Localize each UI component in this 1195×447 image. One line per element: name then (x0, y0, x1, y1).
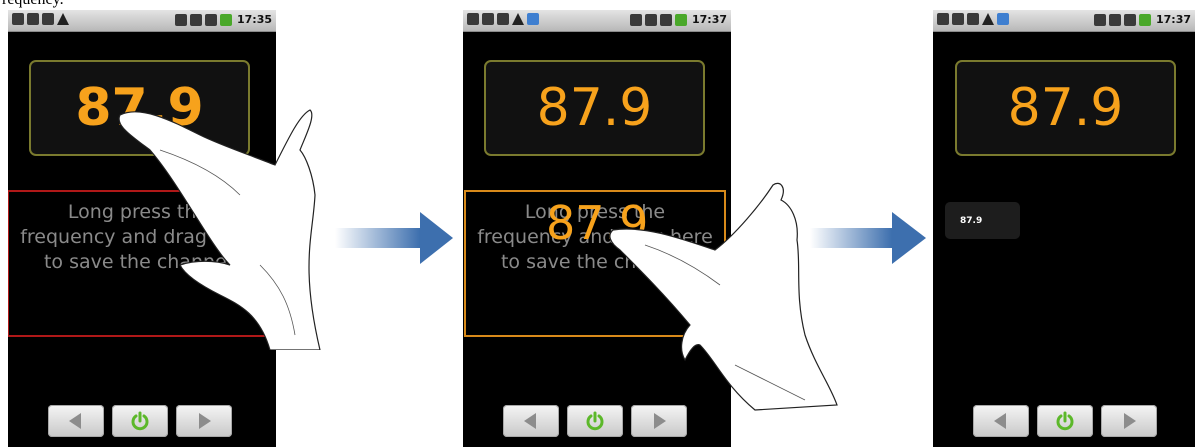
phone-screen-1: 17:35 87.9 Long press the frequency and … (8, 10, 276, 447)
radio-icon (997, 13, 1009, 25)
prev-button[interactable] (503, 405, 559, 437)
frequency-display[interactable]: 87.9 (484, 60, 705, 156)
clock: 17:35 (236, 13, 272, 26)
next-icon (654, 413, 666, 429)
prev-icon (994, 413, 1006, 429)
next-button[interactable] (631, 405, 687, 437)
sd-icon (42, 13, 54, 25)
warning-icon (512, 13, 524, 25)
usb-icon (467, 13, 479, 25)
caption-text: requency. (2, 0, 64, 9)
saved-channel-button[interactable]: 87.9 (945, 202, 1020, 239)
warning-icon (982, 13, 994, 25)
power-button[interactable] (1037, 405, 1093, 437)
drop-instructions: Long press the frequency and drag here t… (9, 200, 267, 275)
battery-icon (1093, 13, 1106, 26)
phone-screen-3: 17:37 87.9 87.9 (933, 10, 1195, 447)
battery-level-icon (219, 13, 232, 26)
battery-icon (174, 13, 187, 26)
signal-icon (659, 13, 672, 26)
frequency-display[interactable]: 87.9 (29, 60, 250, 156)
save-channel-drop-zone[interactable]: Long press the frequency and drag here t… (464, 190, 726, 337)
dragged-frequency[interactable]: 87.9 (546, 196, 648, 250)
prev-icon (524, 413, 536, 429)
arrow-right-icon (810, 212, 926, 264)
next-icon (199, 413, 211, 429)
next-icon (1124, 413, 1136, 429)
drop-text-line: Long press the (67, 201, 209, 223)
control-bar (933, 405, 1195, 437)
power-button[interactable] (112, 405, 168, 437)
power-icon (1056, 411, 1074, 431)
status-bar: 17:37 (933, 10, 1195, 32)
prev-icon (69, 413, 81, 429)
status-bar: 17:37 (463, 10, 731, 32)
headphones-icon (644, 13, 657, 26)
headphones-icon (189, 13, 202, 26)
drop-text-line: frequency and drag here (20, 226, 256, 248)
battery-level-icon (674, 13, 687, 26)
status-bar: 17:35 (8, 10, 276, 32)
sd-icon (967, 13, 979, 25)
signal-icon (1123, 13, 1136, 26)
control-bar (463, 405, 731, 437)
signal-icon (204, 13, 217, 26)
headphones-icon (1108, 13, 1121, 26)
mail-icon (482, 13, 494, 25)
phone-screen-2: 17:37 87.9 Long press the frequency and … (463, 10, 731, 447)
battery-icon (629, 13, 642, 26)
mail-icon (952, 13, 964, 25)
mail-icon (27, 13, 39, 25)
radio-icon (527, 13, 539, 25)
prev-button[interactable] (973, 405, 1029, 437)
next-button[interactable] (176, 405, 232, 437)
battery-level-icon (1138, 13, 1151, 26)
next-button[interactable] (1101, 405, 1157, 437)
prev-button[interactable] (48, 405, 104, 437)
drop-text-line: to save the channel (43, 251, 233, 273)
frequency-display[interactable]: 87.9 (955, 60, 1176, 156)
power-icon (131, 411, 149, 431)
warning-icon (57, 13, 69, 25)
usb-icon (937, 13, 949, 25)
save-channel-drop-zone[interactable]: Long press the frequency and drag here t… (8, 190, 269, 337)
arrow-right-icon (335, 212, 453, 264)
control-bar (8, 405, 276, 437)
clock: 17:37 (691, 13, 727, 26)
power-button[interactable] (567, 405, 623, 437)
sd-icon (497, 13, 509, 25)
power-icon (586, 411, 604, 431)
clock: 17:37 (1155, 13, 1191, 26)
usb-icon (12, 13, 24, 25)
drop-text-line: to save the channel (500, 251, 690, 273)
